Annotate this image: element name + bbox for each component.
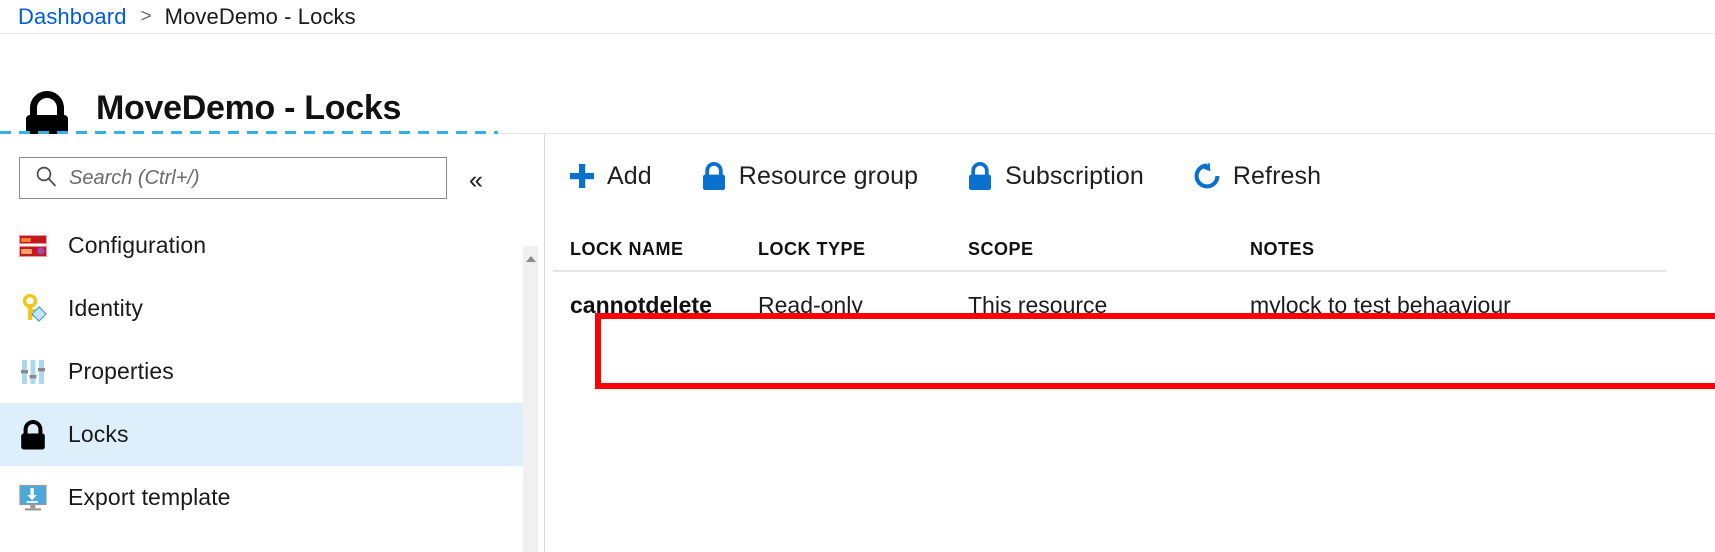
sidebar-item-label: Locks xyxy=(68,421,129,448)
sidebar-item-configuration[interactable]: Configuration xyxy=(0,214,524,277)
row-separator xyxy=(553,270,1666,272)
toolbar-label: Subscription xyxy=(1005,162,1144,191)
column-header-scope: SCOPE xyxy=(968,239,1250,260)
column-header-lock-type: LOCK TYPE xyxy=(758,239,968,260)
key-icon xyxy=(16,294,50,324)
sidebar-nav-list: Configuration Identity xyxy=(0,214,524,529)
toolbar-label: Resource group xyxy=(739,162,918,191)
breadcrumb-link-dashboard[interactable]: Dashboard xyxy=(18,4,127,30)
sidebar-item-label: Configuration xyxy=(68,232,206,259)
plus-icon xyxy=(568,162,596,190)
sidebar-scrollbar[interactable] xyxy=(523,246,538,552)
toolbar-label: Add xyxy=(607,162,652,191)
add-button[interactable]: Add xyxy=(568,153,652,199)
refresh-button[interactable]: Refresh xyxy=(1192,153,1321,199)
table-row[interactable]: cannotdelete Read-only This resource myl… xyxy=(546,274,1680,336)
locks-table: LOCK NAME LOCK TYPE SCOPE NOTES cannotde… xyxy=(546,220,1715,332)
breadcrumb-separator-icon: > xyxy=(141,6,152,28)
sidebar-item-locks[interactable]: Locks xyxy=(0,403,524,466)
export-template-icon xyxy=(16,484,50,512)
breadcrumb-current: MoveDemo - Locks xyxy=(165,4,356,30)
collapse-sidebar-button[interactable]: « xyxy=(461,166,491,194)
main-content: Add Resource group Subscription xyxy=(546,134,1715,552)
resource-group-button[interactable]: Resource group xyxy=(700,153,918,199)
configuration-icon xyxy=(16,235,50,257)
cell-lock-name: cannotdelete xyxy=(546,292,758,319)
sidebar-item-properties[interactable]: Properties xyxy=(0,340,524,403)
lock-icon xyxy=(16,419,50,450)
page-header: MoveDemo - Locks Virtual machine xyxy=(0,36,1715,132)
cell-scope: This resource xyxy=(968,292,1250,319)
sidebar-item-label: Properties xyxy=(68,358,174,385)
cell-notes: mylock to test behaaviour xyxy=(1250,292,1680,319)
sidebar-item-label: Identity xyxy=(68,295,143,322)
refresh-icon xyxy=(1192,161,1222,191)
sliders-icon xyxy=(16,358,50,386)
sidebar: « Configuration xyxy=(0,134,545,552)
subscription-button[interactable]: Subscription xyxy=(966,153,1144,199)
column-header-notes: NOTES xyxy=(1250,239,1680,260)
toolbar-label: Refresh xyxy=(1233,162,1321,191)
table-header-row: LOCK NAME LOCK TYPE SCOPE NOTES xyxy=(546,220,1715,260)
page-title: MoveDemo - Locks xyxy=(96,89,401,128)
breadcrumb-divider xyxy=(0,33,1715,34)
lock-icon xyxy=(700,161,728,191)
search-input[interactable] xyxy=(69,167,419,190)
command-bar: Add Resource group Subscription xyxy=(546,148,1321,204)
pane-divider xyxy=(544,134,545,552)
sidebar-item-identity[interactable]: Identity xyxy=(0,277,524,340)
scroll-up-arrow-icon[interactable] xyxy=(526,256,536,262)
search-icon xyxy=(35,165,57,192)
cell-lock-type: Read-only xyxy=(758,292,968,319)
sidebar-item-label: Export template xyxy=(68,484,231,511)
column-header-lock-name: LOCK NAME xyxy=(546,239,758,260)
breadcrumb: Dashboard > MoveDemo - Locks xyxy=(0,0,1715,34)
lock-icon xyxy=(966,161,994,191)
sidebar-item-export-template[interactable]: Export template xyxy=(0,466,524,529)
search-box[interactable] xyxy=(19,157,447,199)
